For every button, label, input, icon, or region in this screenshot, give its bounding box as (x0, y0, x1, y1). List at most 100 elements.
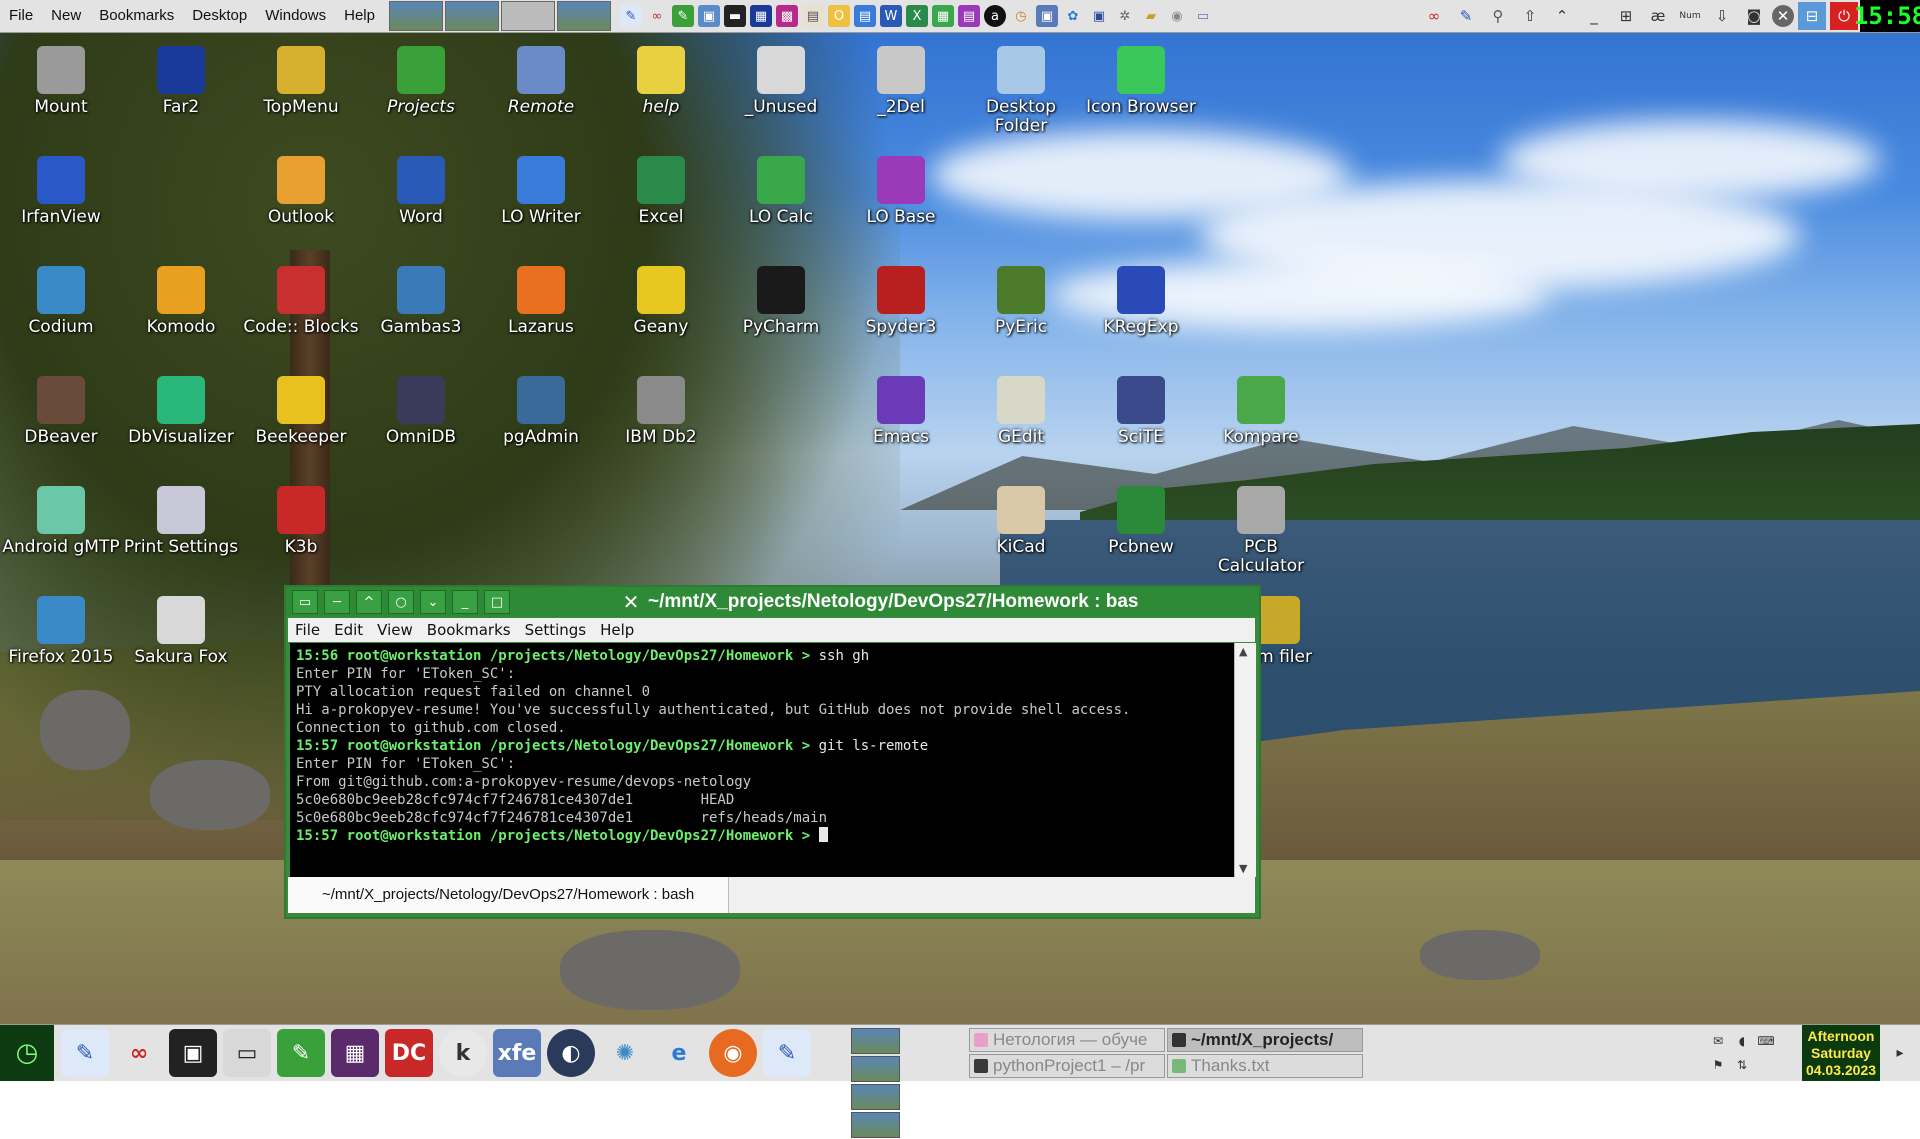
pager-desktop-4[interactable] (851, 1112, 900, 1138)
task-pycharm[interactable]: pythonProject1 – /pr (969, 1054, 1165, 1078)
terminal-titlebar[interactable]: ▭ ─ ^ ○ ⌄ _ □ ✕ ~/mnt/X_projects/Netolog… (286, 587, 1259, 617)
sticky-button[interactable]: ○ (388, 590, 414, 614)
display-icon[interactable]: ▭ (1192, 5, 1214, 27)
paint-icon[interactable]: ✎ (61, 1029, 109, 1077)
flag-icon[interactable]: ⚑ (1707, 1054, 1729, 1076)
desktop-icon[interactable]: PCB Calculator (1201, 486, 1321, 576)
desktop-icon[interactable]: Print Settings (121, 486, 241, 557)
window-menu-button[interactable]: ▭ (292, 590, 318, 614)
minimize-icon[interactable]: _ (1580, 2, 1608, 30)
desktop-icon[interactable]: Codium (1, 266, 121, 337)
desktop-icon[interactable]: DBeaver (1, 376, 121, 447)
volume-icon[interactable]: ◖ (1731, 1030, 1753, 1052)
arrow-up-icon[interactable]: ⇧ (1516, 2, 1544, 30)
mail-icon[interactable]: ✉ (1707, 1030, 1729, 1052)
desktop-icon[interactable]: Excel (601, 156, 721, 227)
numlock-icon[interactable]: Num (1676, 2, 1704, 30)
desktop-icon[interactable]: Far2 (121, 46, 241, 117)
terminal-menu-settings[interactable]: Settings (518, 621, 594, 639)
desktop-icon[interactable]: Android gMTP (1, 486, 121, 557)
panel-arrow-icon[interactable]: ▸ (1880, 1025, 1920, 1081)
menu-file[interactable]: File (0, 0, 42, 32)
maximize-button[interactable]: □ (484, 590, 510, 614)
desktop-icon[interactable]: _2Del (841, 46, 961, 117)
clock-icon[interactable]: ◷ (1010, 5, 1032, 27)
menu-new[interactable]: New (42, 0, 90, 32)
desktop-icon[interactable]: Projects (361, 46, 481, 117)
desktop-icon[interactable]: GEdit (961, 376, 1081, 447)
desktop-icon[interactable]: IBM Db2 (601, 376, 721, 447)
pager-desktop-1[interactable] (851, 1028, 900, 1054)
desktop-icon[interactable]: Icon Browser (1081, 46, 1201, 117)
desktop-icon[interactable]: KiCad (961, 486, 1081, 557)
network-tray-icon[interactable]: ⇅ (1731, 1054, 1753, 1076)
terminal-menu-help[interactable]: Help (593, 621, 641, 639)
terminal-icon[interactable]: ▭ (223, 1029, 271, 1077)
desktop-icon[interactable]: Mount (1, 46, 121, 117)
tile-icon[interactable]: ⊞ (1612, 2, 1640, 30)
firefox-icon[interactable]: ◉ (709, 1029, 757, 1077)
desktop-icon[interactable]: LO Calc (721, 156, 841, 227)
desktop-icon[interactable]: help (601, 46, 721, 117)
close-circle-icon[interactable]: ✕ (1772, 5, 1794, 27)
notes-icon[interactable]: ✎ (671, 5, 694, 27)
desktop-icon[interactable]: Gambas3 (361, 266, 481, 337)
calc-icon[interactable]: ▦ (931, 5, 954, 27)
desktop-icon[interactable]: LO Writer (481, 156, 601, 227)
terminal-window[interactable]: ▭ ─ ^ ○ ⌄ _ □ ✕ ~/mnt/X_projects/Netolog… (284, 585, 1261, 919)
monitor-icon[interactable]: ▣ (1088, 5, 1110, 27)
vpn-icon[interactable]: ◐ (547, 1029, 595, 1077)
scroll-up-icon[interactable]: ▲ (1239, 645, 1247, 658)
desktop-icon[interactable]: Word (361, 156, 481, 227)
desktop-icon[interactable]: SciTE (1081, 376, 1201, 447)
terminal-output[interactable]: 15:56 root@workstation /projects/Netolog… (290, 643, 1234, 877)
desktop-icon[interactable]: LO Base (841, 156, 961, 227)
lower-button[interactable]: ⌄ (420, 590, 446, 614)
paint-icon[interactable]: ✎ (1452, 2, 1480, 30)
grid-icon[interactable]: ▦ (331, 1029, 379, 1077)
keyboard-icon[interactable]: ⌨ (1755, 1030, 1777, 1052)
link-icon[interactable]: ∞ (115, 1029, 163, 1077)
notes-icon[interactable]: ✎ (277, 1029, 325, 1077)
book-icon[interactable]: ▤ (801, 5, 824, 27)
desktop-icon[interactable]: IrfanView (1, 156, 121, 227)
pager-desktop-3[interactable] (500, 1, 555, 31)
menu-bookmarks[interactable]: Bookmarks (90, 0, 183, 32)
link-icon[interactable]: ∞ (646, 5, 668, 27)
gear-icon[interactable]: ✿ (1062, 5, 1084, 27)
desktop-icon[interactable]: PyEric (961, 266, 1081, 337)
terminal-scrollbar[interactable]: ▲ ▼ (1234, 643, 1256, 877)
pager-desktop-3[interactable] (851, 1084, 900, 1110)
pager-desktop-2[interactable] (444, 1, 499, 31)
terminal-menu-bookmarks[interactable]: Bookmarks (420, 621, 518, 639)
close-button[interactable]: ✕ (620, 590, 642, 614)
network-icon[interactable]: ✺ (601, 1029, 649, 1077)
xfe-icon[interactable]: xfe (493, 1029, 541, 1077)
chevron-up-icon[interactable]: ⌃ (1548, 2, 1576, 30)
terminal-tab[interactable]: ~/mnt/X_projects/Netology/DevOps27/Homew… (288, 877, 730, 913)
task-netology[interactable]: Нетология — обуче (969, 1028, 1165, 1052)
word-icon[interactable]: W (879, 5, 902, 27)
desktop-icon[interactable]: pgAdmin (481, 376, 601, 447)
task-terminal[interactable]: ~/mnt/X_projects/ (1167, 1028, 1363, 1052)
date-display[interactable]: Afternoon Saturday 04.03.2023 (1802, 1025, 1880, 1081)
desktop-icon[interactable]: Kompare (1201, 376, 1321, 447)
k-icon[interactable]: k (439, 1029, 487, 1077)
desktop-icon[interactable]: Firefox 2015 (1, 596, 121, 667)
analog-clock-icon[interactable]: ◷ (0, 1025, 54, 1081)
menu-help[interactable]: Help (335, 0, 384, 32)
desktop-icon[interactable]: Spyder3 (841, 266, 961, 337)
desktop-icon[interactable]: Pcbnew (1081, 486, 1201, 557)
excel-icon[interactable]: X (905, 5, 928, 27)
outlook-icon[interactable]: O (827, 5, 850, 27)
minimize-button[interactable]: _ (452, 590, 478, 614)
terminal-menu-edit[interactable]: Edit (327, 621, 370, 639)
base-icon[interactable]: ▤ (957, 5, 980, 27)
paint-icon[interactable]: ✎ (619, 5, 642, 27)
ie-browser-icon[interactable]: e (655, 1029, 703, 1077)
pager-desktop-2[interactable] (851, 1056, 900, 1082)
far-manager-icon[interactable]: ▣ (169, 1029, 217, 1077)
top-clock[interactable]: 15:58 (1854, 0, 1920, 32)
screen-icon[interactable]: ▣ (1035, 5, 1058, 27)
desktop-icon[interactable]: Geany (601, 266, 721, 337)
